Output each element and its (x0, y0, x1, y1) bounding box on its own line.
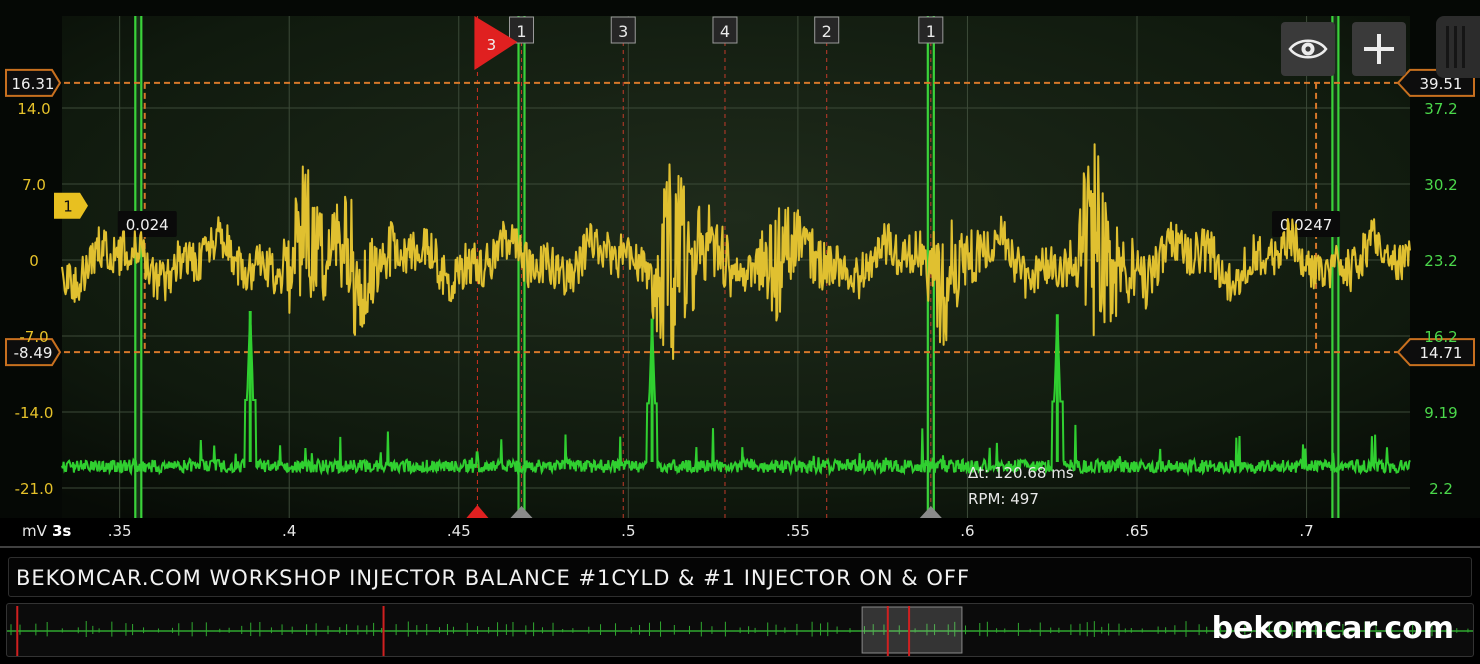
trigger-flag-label: 3 (487, 36, 497, 54)
right-axis-tick-label: 37.2 (1424, 100, 1457, 118)
right-axis-tick-label: 30.2 (1424, 176, 1457, 194)
channel-marker-label: 1 (63, 198, 73, 216)
oscilloscope-view[interactable]: 134213 0.024 0.0247 16.31 39.51 -8.49 14.71 … (0, 0, 1480, 548)
x-axis-tick-label: .7 (1299, 522, 1313, 540)
right-axis-tick-label: 16.2 (1424, 328, 1457, 346)
cylinder-marker-label-2: 4 (720, 22, 730, 41)
x-axis-tick-label: .55 (786, 522, 810, 540)
right-axis-tick-label: 2.2 (1429, 480, 1453, 498)
x-axis-tick-label: .45 (447, 522, 471, 540)
visibility-button[interactable] (1281, 22, 1335, 76)
left-axis-tick-label: -21.0 (15, 480, 54, 498)
waveform-title: BEKOMCAR.COM WORKSHOP INJECTOR BALANCE #… (16, 566, 971, 590)
title-bar: BEKOMCAR.COM WORKSHOP INJECTOR BALANCE #… (8, 557, 1472, 597)
cylinder-marker-label-4: 1 (926, 22, 936, 41)
watermark: bekomcar.com (1211, 611, 1454, 646)
left-axis-tick-label: 0 (29, 252, 39, 270)
time-scale-label: 3s (52, 522, 71, 540)
left-axis-tick-label: -7.0 (19, 328, 48, 346)
left-axis-tick-label: 14.0 (17, 100, 50, 118)
eye-icon (1288, 39, 1328, 59)
rpm-readout: RPM: 497 (968, 490, 1039, 508)
right-axis-tick-label: 9.19 (1424, 404, 1457, 422)
cursor-value-label-0: 0.024 (126, 216, 169, 234)
delta-t-readout: Δt: 120.68 ms (968, 464, 1074, 482)
left-axis-tick-label: -14.0 (15, 404, 54, 422)
x-axis-band (0, 518, 1480, 548)
add-button[interactable] (1352, 22, 1406, 76)
x-axis-tick-label: .6 (960, 522, 974, 540)
cursor-left-label-0: 16.31 (12, 75, 55, 93)
right-axis-tick-label: 23.2 (1424, 252, 1457, 270)
cursor-left-label-1: -8.49 (14, 344, 53, 362)
plus-icon (1364, 34, 1394, 64)
x-axis-tick-label: .4 (282, 522, 296, 540)
left-axis-tick-label: 7.0 (22, 176, 46, 194)
x-axis-tick-label: .65 (1125, 522, 1149, 540)
cylinder-marker-label-1: 3 (618, 22, 628, 41)
cylinder-marker-label-0: 1 (516, 22, 526, 41)
x-axis-tick-label: .5 (621, 522, 635, 540)
y-unit-label: mV (22, 522, 48, 540)
cursor-right-label-1: 14.71 (1420, 344, 1463, 362)
waveform-plot[interactable]: 1 3 4 2 13 0.024 0.0247 16.31 39.51-8.49 14.71 … (0, 0, 1480, 548)
side-panel-handle[interactable] (1436, 16, 1480, 78)
cylinder-marker-label-3: 2 (822, 22, 832, 41)
overview-window[interactable] (861, 606, 963, 654)
x-axis-tick-label: .35 (108, 522, 132, 540)
